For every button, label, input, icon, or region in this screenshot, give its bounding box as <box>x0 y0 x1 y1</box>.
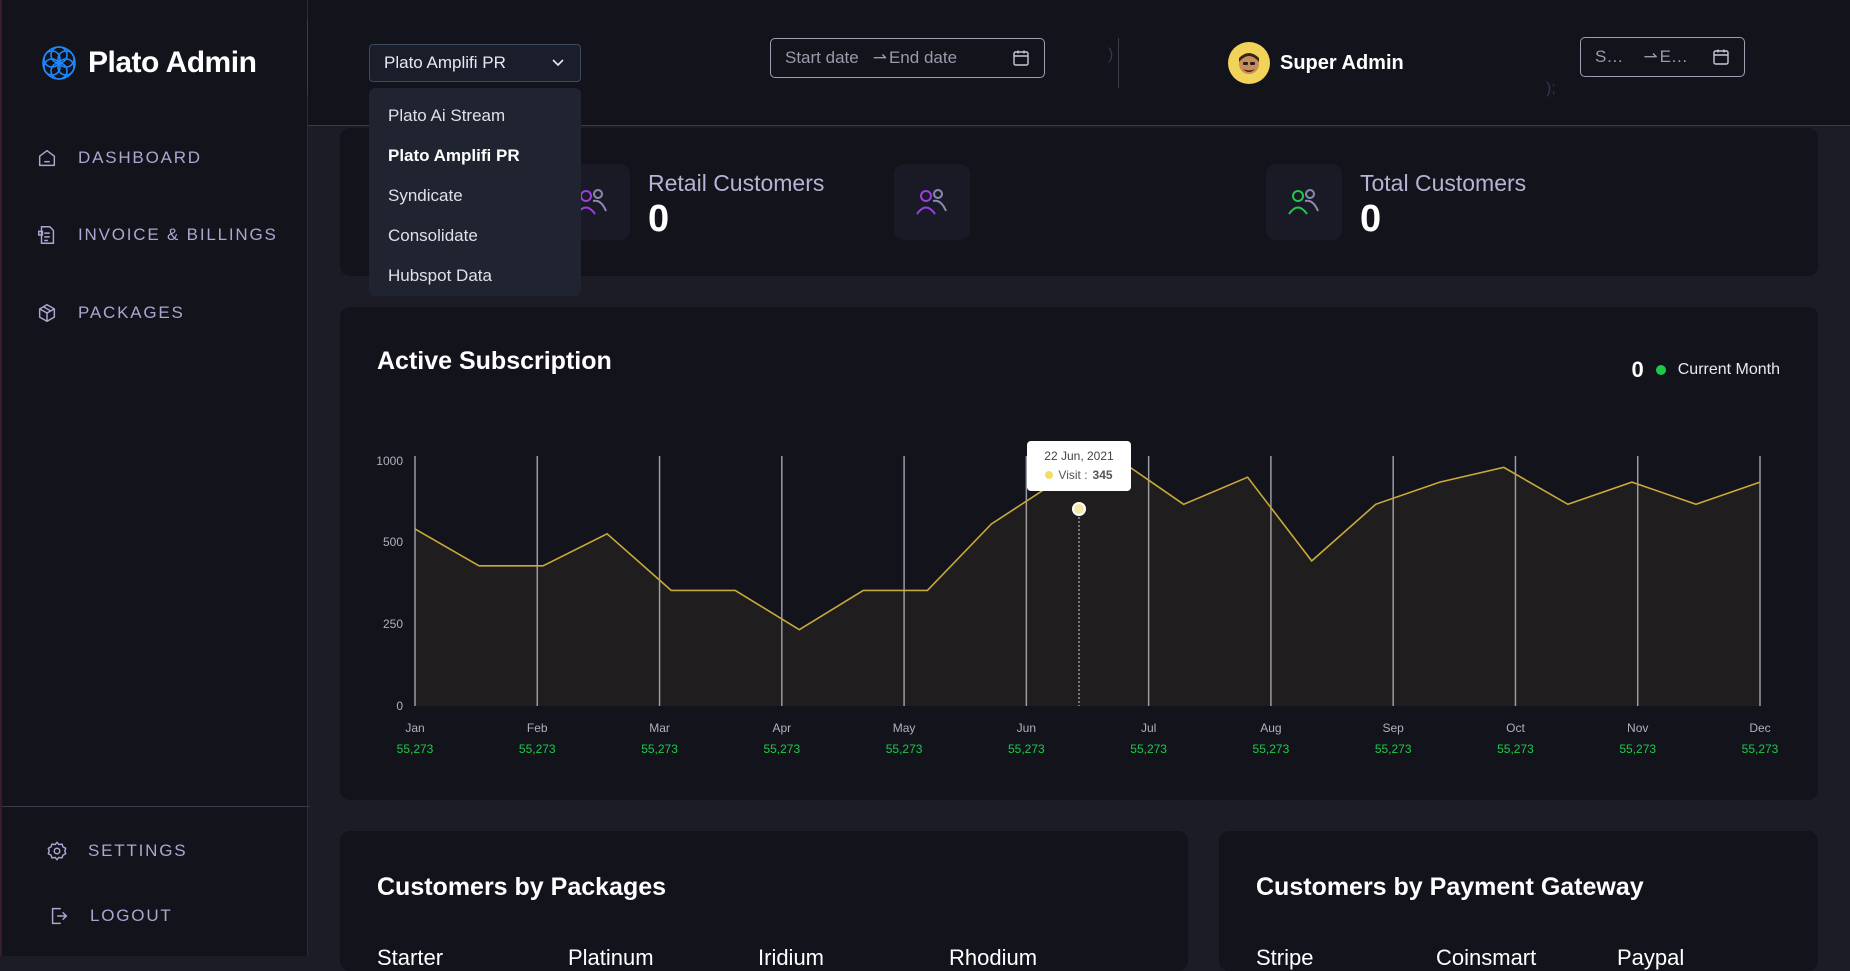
gateway-column: Stripe <box>1256 945 1314 970</box>
total-customers-value: 0 <box>1360 198 1382 240</box>
gateway-column: Paypal <box>1617 945 1685 970</box>
home-icon <box>38 149 56 167</box>
users-icon <box>1288 189 1319 215</box>
header-separator <box>1118 38 1119 88</box>
gateway-column: Coinsmart <box>1436 945 1537 970</box>
calendar-icon <box>1713 49 1729 65</box>
end-date-input[interactable]: E… <box>1660 47 1688 67</box>
tooltip-dot <box>1045 471 1054 479</box>
chart-legend: 0 Current Month <box>1631 357 1780 383</box>
date-range-picker[interactable]: Start date ⇀ End date <box>770 38 1045 78</box>
sidebar-item-invoice[interactable]: INVOICE & BILLINGS <box>36 224 278 246</box>
user-name: Super Admin <box>1280 51 1404 74</box>
faint-text: ) <box>1108 46 1114 63</box>
legend-count: 0 <box>1631 357 1644 382</box>
sidebar-item-label: PACKAGES <box>78 303 185 322</box>
users-icon <box>916 189 947 215</box>
invoice-icon <box>38 226 55 244</box>
chevron-down-icon <box>552 59 564 67</box>
packages-card: Customers by Packages Starter Platinum I… <box>340 831 1188 971</box>
sidebar-item-logout[interactable]: LOGOUT <box>48 905 173 927</box>
package-column: Iridium <box>758 945 825 970</box>
dropdown-option[interactable]: Syndicate <box>369 176 581 216</box>
dropdown-option-selected[interactable]: Plato Amplifi PR <box>369 136 581 176</box>
end-date-input[interactable]: End date <box>889 48 957 68</box>
gateway-card: Customers by Payment Gateway Stripe Coin… <box>1219 831 1818 971</box>
product-select-value: Plato Amplifi PR <box>384 53 506 72</box>
brand-name: Plato Admin <box>88 46 257 79</box>
tooltip-value: 345 <box>1092 468 1113 482</box>
sidebar: Plato Admin DASHBOARD INVOICE & BILLINGS… <box>0 0 310 956</box>
dropdown-option[interactable]: Consolidate <box>369 216 581 256</box>
retail-customers-value: 0 <box>648 198 670 240</box>
user-profile[interactable]: Super Admin <box>1228 42 1404 84</box>
sidebar-item-settings[interactable]: SETTINGS <box>46 840 187 862</box>
sidebar-divider <box>2 806 310 807</box>
package-icon <box>38 303 56 323</box>
legend-label: Current Month <box>1677 361 1780 378</box>
logout-icon <box>51 907 68 925</box>
arrow-right-icon: ⇀ <box>872 48 887 67</box>
gateway-title: Customers by Payment Gateway <box>1256 873 1644 901</box>
package-column: Rhodium <box>949 945 1038 970</box>
dropdown-option[interactable]: Plato Ai Stream <box>369 96 581 136</box>
stat-icon-box <box>894 164 970 240</box>
gear-icon <box>47 841 67 861</box>
calendar-icon <box>1013 50 1029 66</box>
arrow-right-icon: ⇀ <box>1643 47 1658 66</box>
sidebar-item-label: DASHBOARD <box>78 148 202 167</box>
header-divider <box>307 20 308 95</box>
product-select[interactable]: Plato Amplifi PR <box>369 44 581 82</box>
tooltip-label: Visit : <box>1058 468 1088 482</box>
chart-tooltip: 22 Jun, 2021 Visit : 345 <box>1027 441 1131 491</box>
packages-title: Customers by Packages <box>377 873 667 901</box>
retail-customers-label: Retail Customers <box>648 170 825 196</box>
sidebar-item-label: INVOICE & BILLINGS <box>78 225 278 244</box>
dropdown-option[interactable]: Hubspot Data <box>369 256 581 296</box>
avatar-face-icon <box>1239 53 1259 74</box>
avatar <box>1228 42 1270 84</box>
brand[interactable]: Plato Admin <box>40 44 257 82</box>
sidebar-item-label: LOGOUT <box>90 906 173 925</box>
product-dropdown-menu: Plato Ai Stream Plato Amplifi PR Syndica… <box>369 88 581 296</box>
sidebar-item-dashboard[interactable]: DASHBOARD <box>36 147 202 169</box>
sidebar-item-packages[interactable]: PACKAGES <box>36 302 185 324</box>
start-date-input[interactable]: Start date <box>785 48 859 68</box>
package-column: Platinum <box>568 945 654 970</box>
tooltip-visit: Visit : 345 <box>1027 468 1131 482</box>
legend-dot <box>1655 365 1666 375</box>
start-date-input[interactable]: S… <box>1595 47 1623 67</box>
subscription-card: Active Subscription 0 Current Month <box>340 307 1818 800</box>
package-column: Starter <box>377 945 444 970</box>
sidebar-item-label: SETTINGS <box>88 841 188 860</box>
stat-icon-box <box>1266 164 1342 240</box>
tooltip-date: 22 Jun, 2021 <box>1044 449 1114 463</box>
faint-text: ); <box>1546 80 1556 97</box>
date-range-picker-compact[interactable]: S… ⇀ E… <box>1580 37 1745 77</box>
flower-logo-icon <box>42 46 76 80</box>
subscription-title: Active Subscription <box>377 347 612 375</box>
total-customers-label: Total Customers <box>1360 170 1527 196</box>
